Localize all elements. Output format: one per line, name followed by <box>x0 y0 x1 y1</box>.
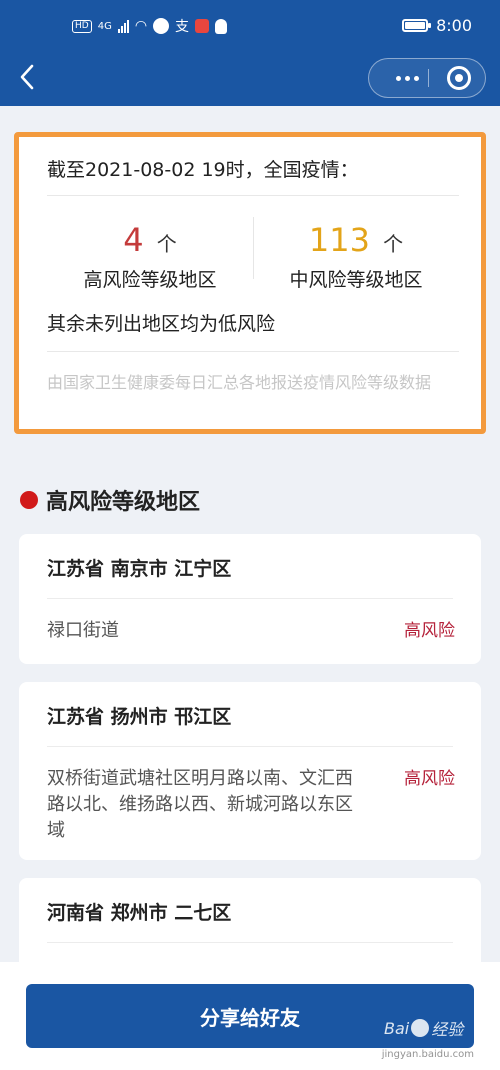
signal-icon <box>117 19 129 33</box>
region-card: 江苏省 扬州市 邗江区 双桥街道武塘社区明月路以南、文汇西路以北、维扬路以西、新… <box>19 682 481 860</box>
clock: 8:00 <box>436 16 472 35</box>
risk-level: 高风险 <box>404 621 455 641</box>
risk-level: 高风险 <box>404 769 455 789</box>
top-bar: HD 4G ◠ 支 8:00 <box>0 0 500 106</box>
mid-risk-count: 113 <box>308 221 370 259</box>
status-icons-right: 8:00 <box>402 16 472 35</box>
qq-icon <box>215 18 228 34</box>
watermark-brand: Bai <box>384 1018 410 1038</box>
section-title: 高风险等级地区 <box>46 490 201 515</box>
network-label: 4G <box>97 20 112 32</box>
region-address: 双桥街道武塘社区明月路以南、文汇西路以北、维扬路以西、新城河路以东区域 <box>47 768 353 841</box>
divider <box>47 746 453 747</box>
divider <box>47 351 459 352</box>
mid-risk-unit: 个 <box>383 232 404 256</box>
close-target-icon[interactable] <box>447 66 471 90</box>
status-bar: HD 4G ◠ 支 8:00 <box>0 14 500 44</box>
region-name: 河南省 郑州市 二七区 <box>47 902 232 924</box>
bottom-bar: 分享给好友 Bai 经验 jingyan.baidu.com <box>0 962 500 1070</box>
region-address: 禄口街道 <box>47 620 119 641</box>
divider <box>47 942 453 943</box>
region-name: 江苏省 南京市 江宁区 <box>47 558 232 580</box>
source-note: 由国家卫生健康委每日汇总各地报送疫情风险等级数据 <box>47 373 432 392</box>
high-risk-stat: 4 个 高风险等级地区 <box>47 221 253 292</box>
region-name: 江苏省 扬州市 邗江区 <box>47 706 232 728</box>
mid-risk-label: 中风险等级地区 <box>289 269 423 291</box>
watermark-brand2: 经验 <box>431 1020 464 1039</box>
divider <box>47 598 453 599</box>
hd-badge: HD <box>72 19 92 33</box>
section-header: 高风险等级地区 <box>20 484 200 516</box>
app-icon <box>153 18 170 34</box>
high-risk-label: 高风险等级地区 <box>83 269 217 291</box>
low-risk-note: 其余未列出地区均为低风险 <box>47 313 276 335</box>
mid-risk-stat: 113 个 中风险等级地区 <box>253 221 459 292</box>
mini-program-capsule <box>368 58 486 98</box>
app-text-icon: 支 <box>175 19 190 35</box>
back-button[interactable] <box>14 60 44 94</box>
region-card: 江苏省 南京市 江宁区 禄口街道 高风险 <box>19 534 481 664</box>
red-dot-icon <box>20 491 38 509</box>
watermark-url: jingyan.baidu.com <box>381 1049 474 1060</box>
high-risk-count: 4 <box>123 221 144 259</box>
more-button[interactable] <box>387 59 427 97</box>
divider <box>47 195 459 196</box>
baidu-watermark: Bai 经验 <box>384 1014 474 1042</box>
battery-icon <box>402 19 432 32</box>
summary-card: 截至2021-08-02 19时，全国疫情： 4 个 高风险等级地区 113 个… <box>14 132 486 434</box>
capsule-divider <box>428 69 429 87</box>
summary-title: 截至2021-08-02 19时，全国疫情： <box>47 159 359 181</box>
paw-icon <box>411 1019 430 1037</box>
wifi-icon: ◠ <box>134 18 148 34</box>
status-icons-left: HD 4G ◠ 支 <box>72 16 228 36</box>
chevron-left-icon <box>20 64 34 90</box>
notification-icon <box>195 19 210 33</box>
high-risk-unit: 个 <box>156 232 177 256</box>
share-button-label: 分享给好友 <box>200 1005 300 1030</box>
